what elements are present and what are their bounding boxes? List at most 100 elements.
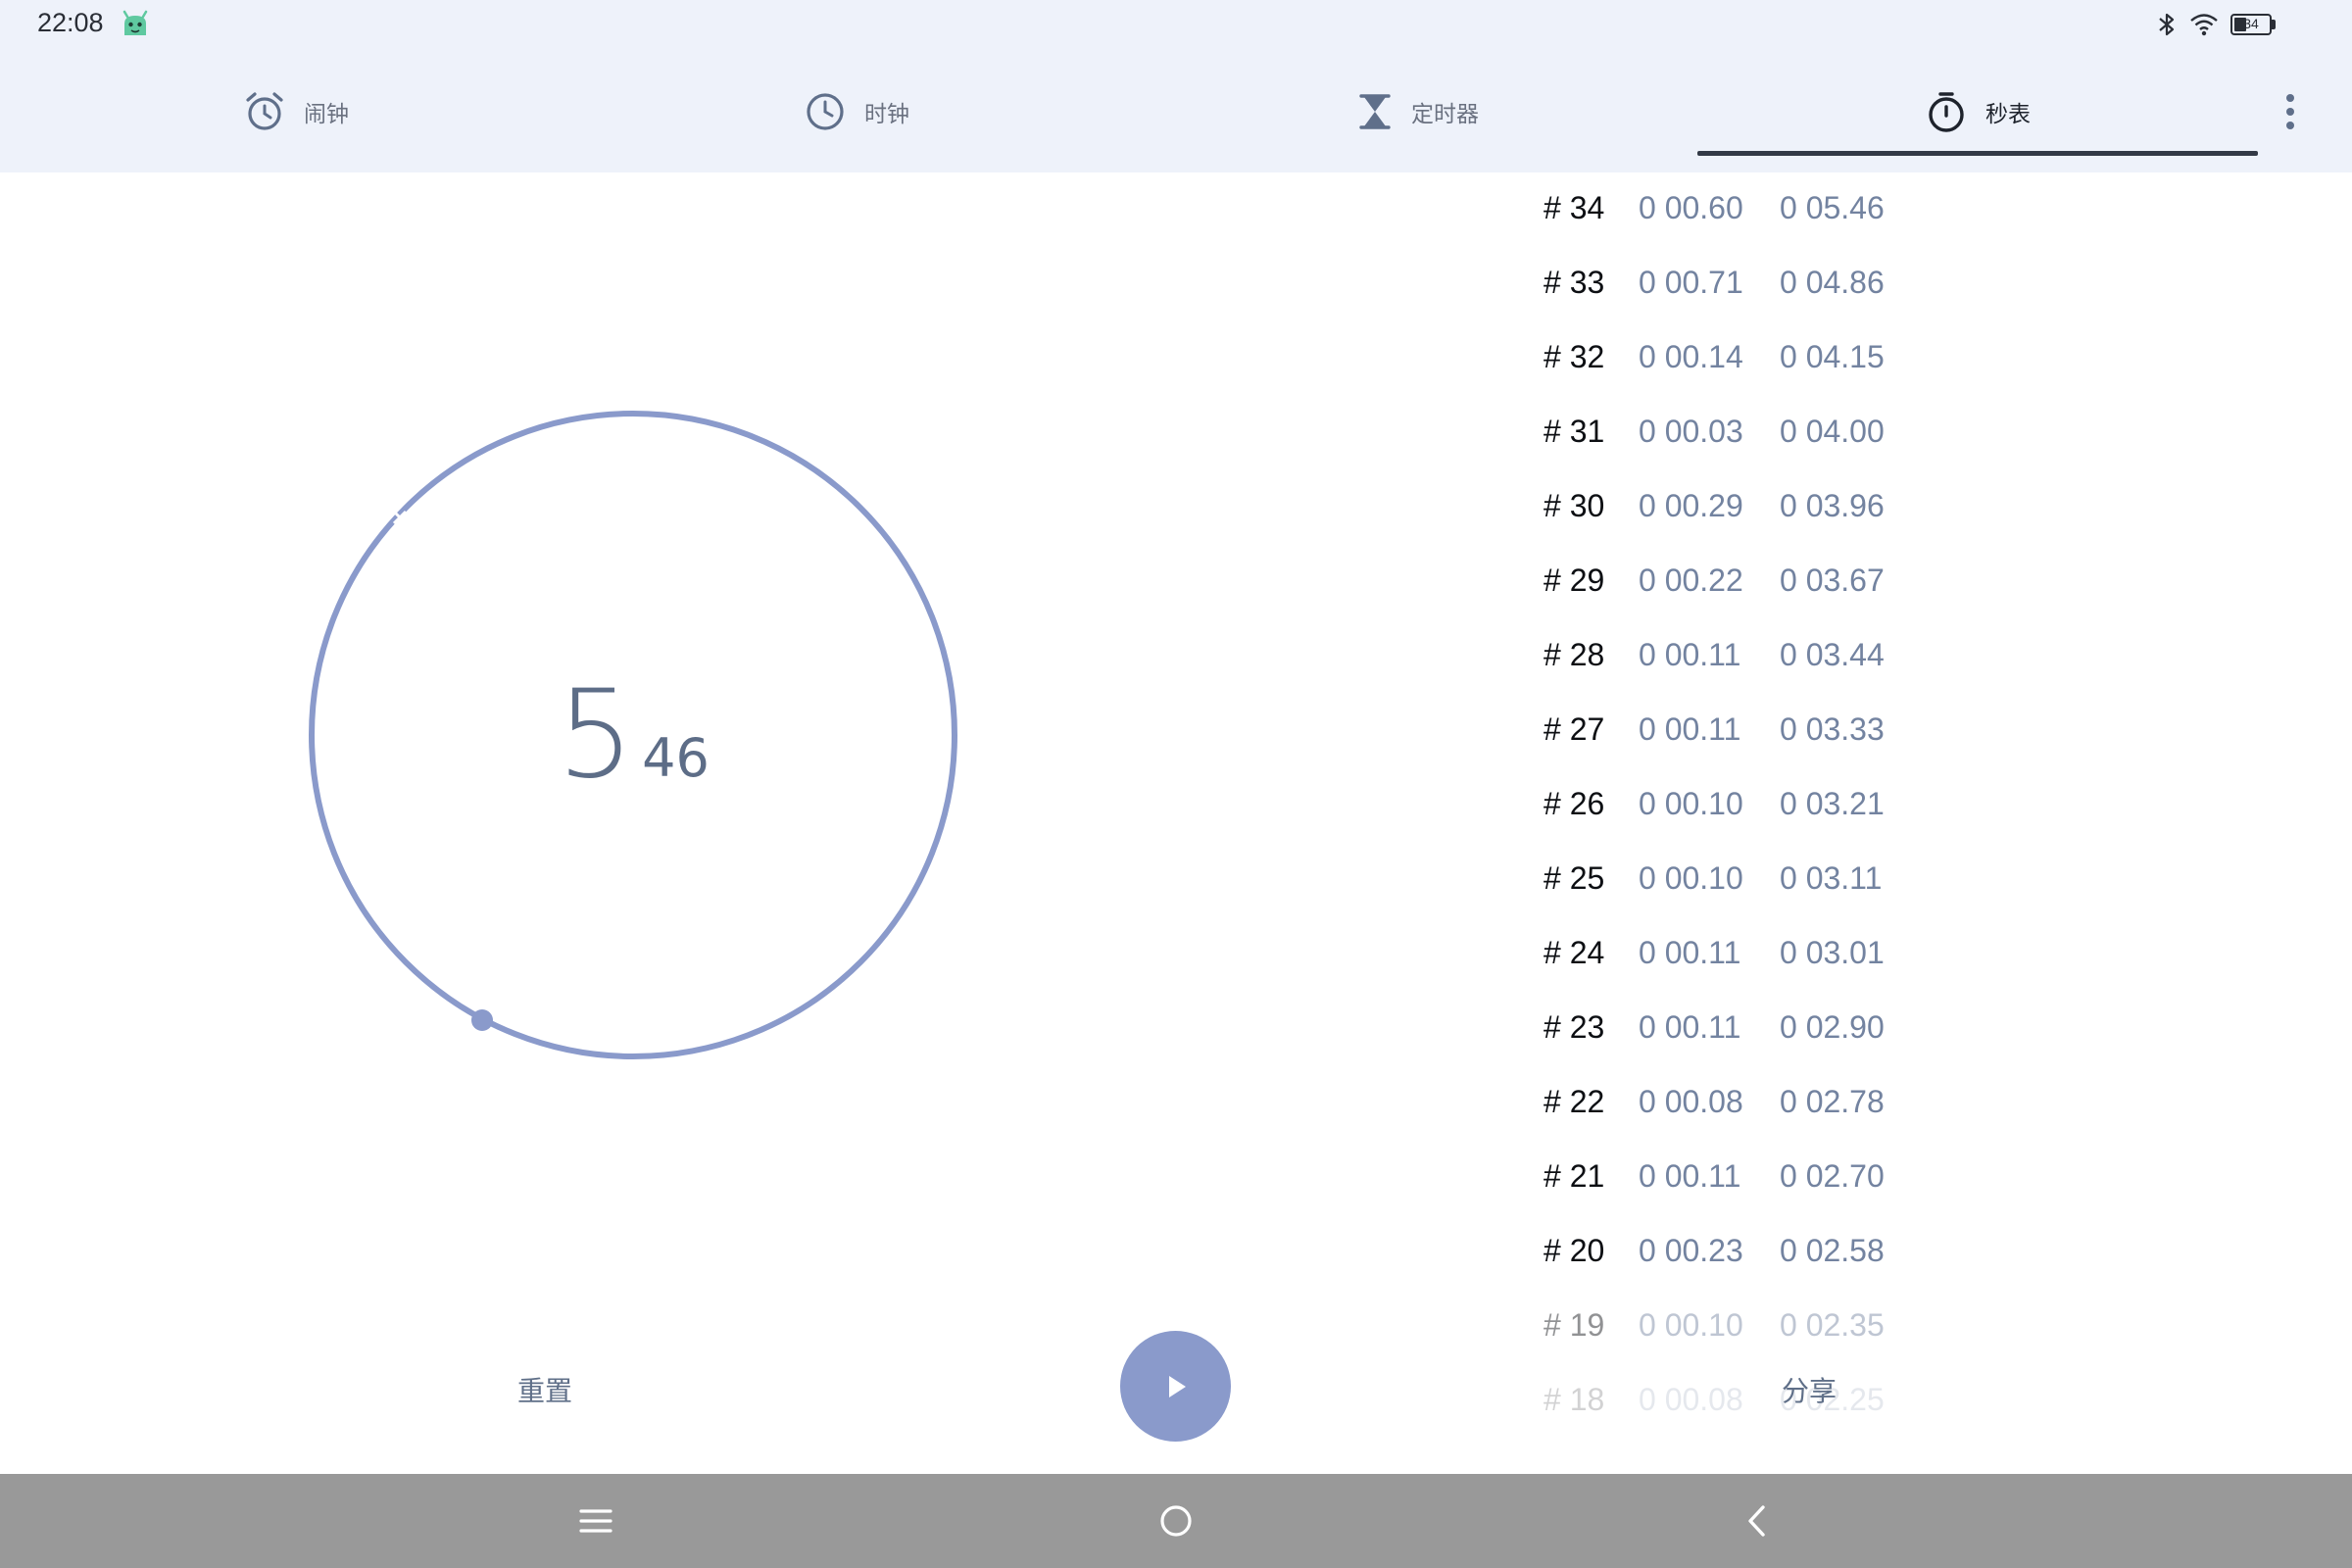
lap-total: 0 03.44 [1780, 637, 1885, 672]
lap-row: # 31 0 00.03 0 04.00 [1544, 406, 1994, 465]
lap-number: # 27 [1544, 711, 1605, 747]
lap-number: # 20 [1544, 1233, 1605, 1268]
lap-time: 0 00.71 [1639, 265, 1743, 300]
lap-total: 0 05.46 [1780, 190, 1885, 225]
active-tab-indicator [1697, 151, 2258, 156]
lap-number: # 26 [1544, 786, 1605, 821]
lap-total: 0 03.33 [1780, 711, 1885, 747]
back-button[interactable] [1729, 1494, 1784, 1548]
lap-row: # 28 0 00.11 0 03.44 [1544, 629, 1994, 688]
lap-number: # 21 [1544, 1158, 1605, 1194]
lap-row: # 18 0 00.08 0 02.25 [1544, 1374, 1994, 1427]
lap-row: # 23 0 00.11 0 02.90 [1544, 1002, 1994, 1060]
play-icon [1168, 1375, 1186, 1397]
lap-row: # 27 0 00.11 0 03.33 [1544, 704, 1994, 762]
clock-icon [807, 93, 844, 130]
lap-time: 0 00.29 [1639, 488, 1743, 523]
status-icons: 34 [2156, 10, 2276, 39]
share-button[interactable]: 分享 [1770, 1368, 1848, 1411]
lap-total: 0 02.35 [1780, 1307, 1885, 1343]
lap-total: 0 02.78 [1780, 1084, 1885, 1119]
lap-time: 0 00.22 [1639, 563, 1743, 598]
lap-number: # 19 [1544, 1307, 1605, 1343]
lap-time: 0 00.23 [1639, 1233, 1743, 1268]
lap-row: # 22 0 00.08 0 02.78 [1544, 1076, 1994, 1135]
lap-number: # 33 [1544, 265, 1605, 300]
lap-number: # 23 [1544, 1009, 1605, 1045]
lap-time: 0 00.08 [1639, 1084, 1743, 1119]
lap-number: # 32 [1544, 339, 1605, 374]
android-robot-icon [122, 10, 148, 35]
tab-clock[interactable]: 时钟 [806, 51, 909, 172]
lap-total: 0 03.11 [1780, 860, 1883, 896]
overflow-menu-icon[interactable] [2276, 90, 2305, 133]
lap-total: 0 04.00 [1780, 414, 1885, 449]
lap-time: 0 00.11 [1639, 1009, 1741, 1045]
battery-level: 34 [2243, 16, 2259, 31]
home-icon [1160, 1505, 1192, 1537]
battery-icon: 34 [2230, 14, 2276, 35]
dial-progress-marker [471, 1009, 493, 1031]
lap-row: # 21 0 00.11 0 02.70 [1544, 1151, 1994, 1209]
stopwatch-time: 5 46 [308, 664, 958, 806]
alarm-clock-icon [246, 92, 283, 130]
status-bar: 22:08 34 [0, 0, 2352, 51]
lap-time: 0 00.10 [1639, 1307, 1743, 1343]
lap-row: # 30 0 00.29 0 03.96 [1544, 480, 1994, 539]
lap-time: 0 00.10 [1639, 786, 1743, 821]
lap-time: 0 00.08 [1639, 1382, 1743, 1417]
lap-number: # 22 [1544, 1084, 1605, 1119]
lap-time: 0 00.10 [1639, 860, 1743, 896]
menu-button[interactable] [568, 1494, 623, 1548]
lap-time: 0 00.60 [1639, 190, 1743, 225]
lap-number: # 18 [1544, 1382, 1605, 1417]
lap-time: 0 00.11 [1639, 711, 1741, 747]
lap-row: # 33 0 00.71 0 04.86 [1544, 257, 1994, 316]
back-icon [1748, 1505, 1765, 1537]
lap-number: # 28 [1544, 637, 1605, 672]
lap-total: 0 02.90 [1780, 1009, 1885, 1045]
bluetooth-icon [2159, 13, 2175, 36]
reset-button[interactable]: 重置 [494, 1368, 596, 1411]
lap-total: 0 04.15 [1780, 339, 1885, 374]
lap-total: 0 04.86 [1780, 265, 1885, 300]
lap-list[interactable]: # 34 0 00.60 0 05.46 # 33 0 00.71 0 04.86 # … [1544, 182, 1994, 1427]
lap-row: # 32 0 00.14 0 04.15 [1544, 331, 1994, 390]
lap-total: 0 03.21 [1780, 786, 1885, 821]
lap-number: # 24 [1544, 935, 1605, 970]
lap-time: 0 00.11 [1639, 935, 1741, 970]
lap-row: # 29 0 00.22 0 03.67 [1544, 555, 1994, 613]
lap-time: 0 00.03 [1639, 414, 1743, 449]
lap-row: # 20 0 00.23 0 02.58 [1544, 1225, 1994, 1284]
lap-time: 0 00.11 [1639, 1158, 1741, 1194]
stopwatch-seconds: 5 [557, 664, 635, 806]
wifi-icon [2190, 14, 2218, 36]
lap-number: # 29 [1544, 563, 1605, 598]
lap-total: 0 03.01 [1780, 935, 1885, 970]
lap-total: 0 03.67 [1780, 563, 1885, 598]
stopwatch-icon [1929, 92, 1964, 132]
lap-time: 0 00.11 [1639, 637, 1741, 672]
play-button[interactable] [1120, 1331, 1231, 1442]
lap-number: # 30 [1544, 488, 1605, 523]
lap-number: # 34 [1544, 190, 1605, 225]
lap-row: # 19 0 00.10 0 02.35 [1544, 1299, 1994, 1358]
tab-timer[interactable]: 定时器 [1358, 51, 1479, 172]
menu-icon [579, 1509, 612, 1533]
lap-row: # 26 0 00.10 0 03.21 [1544, 778, 1994, 837]
lap-total: 0 02.58 [1780, 1233, 1885, 1268]
lap-row: # 25 0 00.10 0 03.11 [1544, 853, 1994, 911]
stopwatch-hundredths: 46 [642, 727, 710, 789]
lap-time: 0 00.14 [1639, 339, 1743, 374]
tab-label: 时钟 [864, 101, 909, 126]
lap-row: # 34 0 00.60 0 05.46 [1544, 182, 1994, 241]
tab-alarm[interactable]: 闹钟 [245, 51, 349, 172]
lap-total: 0 03.96 [1780, 488, 1885, 523]
status-time: 22:08 [37, 8, 104, 37]
tab-bar: 闹钟 时钟 定时器 秒表 [0, 51, 2352, 172]
lap-number: # 31 [1544, 414, 1605, 449]
hourglass-icon [1359, 94, 1391, 129]
home-button[interactable] [1149, 1494, 1203, 1548]
lap-total: 0 02.70 [1780, 1158, 1885, 1194]
lap-row: # 24 0 00.11 0 03.01 [1544, 927, 1994, 986]
